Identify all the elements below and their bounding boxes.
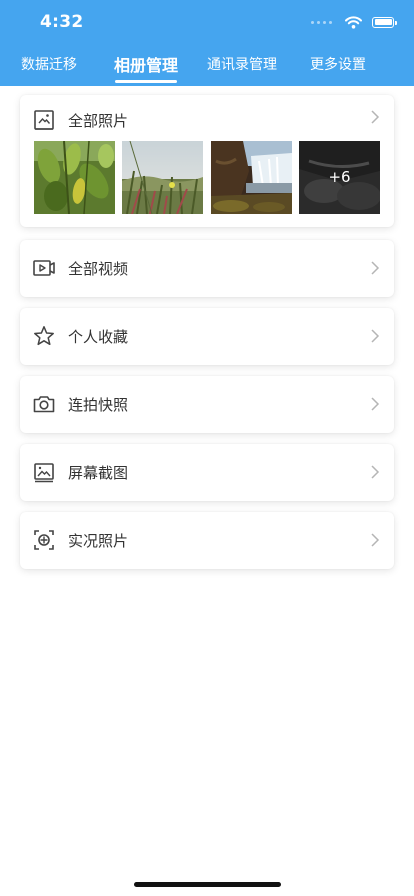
all-photos-label: 全部照片 [68, 112, 129, 130]
favorites-row[interactable]: 个人收藏 [20, 308, 394, 365]
status-icons [311, 15, 397, 29]
chevron-right-icon [371, 261, 380, 275]
tab-album-management[interactable]: 相册管理 [114, 52, 178, 76]
image-icon [34, 110, 54, 130]
all-videos-label: 全部视频 [68, 260, 129, 278]
tab-contacts-management[interactable]: 通讯录管理 [207, 54, 277, 74]
screenshot-icon [34, 463, 54, 483]
chevron-right-icon [371, 397, 380, 411]
tab-data-migration[interactable]: 数据迁移 [21, 54, 77, 74]
photo-thumbnails: +6 [34, 141, 380, 214]
live-photo-icon [34, 530, 54, 550]
chevron-right-icon [371, 110, 380, 124]
active-tab-indicator [115, 80, 177, 83]
burst-photos-row[interactable]: 连拍快照 [20, 376, 394, 433]
live-photos-label: 实况照片 [68, 532, 129, 550]
signal-icon [311, 20, 335, 24]
tab-more-settings[interactable]: 更多设置 [310, 54, 366, 74]
screenshots-label: 屏幕截图 [68, 464, 129, 482]
all-videos-row[interactable]: 全部视频 [20, 240, 394, 297]
burst-photos-label: 连拍快照 [68, 396, 129, 414]
photo-thumbnail[interactable] [211, 141, 292, 214]
video-icon [33, 260, 55, 276]
status-time: 4:32 [40, 12, 84, 32]
live-photos-row[interactable]: 实况照片 [20, 512, 394, 569]
header: 4:32 数据迁移 相册管理 通讯录管理 更多设置 [0, 0, 414, 86]
home-indicator[interactable] [134, 882, 281, 887]
all-photos-card[interactable]: 全部照片 +6 [20, 95, 394, 227]
star-icon [34, 326, 54, 346]
tab-bar: 数据迁移 相册管理 通讯录管理 更多设置 [0, 52, 414, 86]
battery-icon [372, 16, 397, 28]
chevron-right-icon [371, 465, 380, 479]
screenshots-row[interactable]: 屏幕截图 [20, 444, 394, 501]
chevron-right-icon [371, 329, 380, 343]
photo-thumbnail[interactable] [122, 141, 203, 214]
more-photos-thumbnail[interactable]: +6 [299, 141, 380, 214]
wifi-icon [345, 15, 362, 29]
chevron-right-icon [371, 533, 380, 547]
favorites-label: 个人收藏 [68, 328, 129, 346]
camera-icon [33, 396, 55, 413]
photo-thumbnail[interactable] [34, 141, 115, 214]
more-photos-count: +6 [328, 168, 351, 186]
